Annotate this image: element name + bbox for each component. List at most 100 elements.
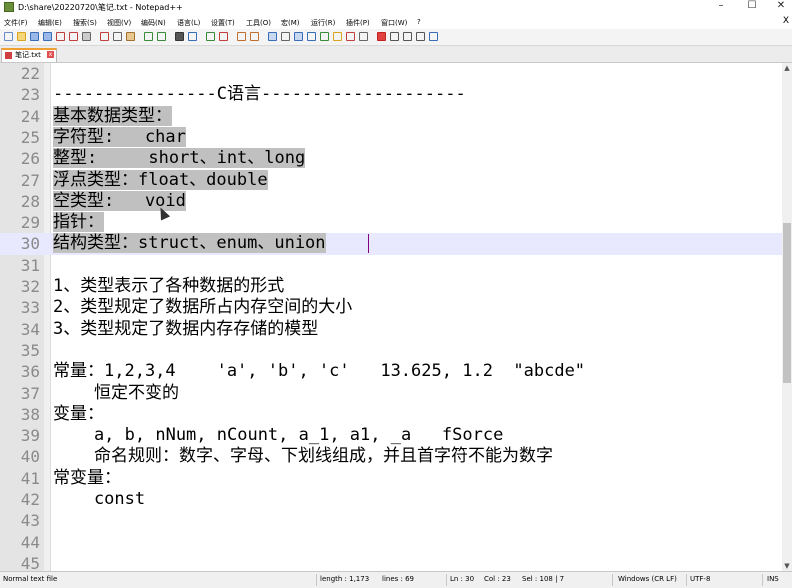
line-text: 常量：1,2,3,4 'a', 'b', 'c' 13.625, 1.2 "ab… <box>53 361 586 382</box>
status-eol[interactable]: Windows (CR LF) <box>618 575 677 583</box>
menu-search[interactable]: 搜索(S) <box>73 18 97 28</box>
status-encoding[interactable]: UTF-8 <box>690 575 710 583</box>
maximize-icon[interactable]: ☐ <box>741 0 763 14</box>
folder-workspace-icon[interactable] <box>333 32 342 41</box>
menu-view[interactable]: 视图(V) <box>107 18 131 28</box>
line-number: 40 <box>20 447 40 467</box>
function-list-icon[interactable] <box>320 32 329 41</box>
zoom-in-icon[interactable] <box>206 32 215 41</box>
menu-window[interactable]: 窗口(W) <box>381 18 407 28</box>
menu-plugins[interactable]: 插件(P) <box>346 18 370 28</box>
text-caret <box>368 234 369 253</box>
status-selection: Sel : 108 | 7 <box>522 575 565 583</box>
line-number: 38 <box>20 404 40 424</box>
new-file-icon[interactable] <box>4 32 13 41</box>
menu-edit[interactable]: 编辑(E) <box>38 18 62 28</box>
save-all-icon[interactable] <box>43 32 52 41</box>
tab-close-icon[interactable]: x <box>47 51 54 58</box>
line-number: 35 <box>20 340 40 360</box>
line-text: 命名规则：数字、字母、下划线组成，并且首字符不能为数字 <box>53 446 553 467</box>
line-number: 43 <box>20 511 40 531</box>
run-macro-multiple-icon[interactable] <box>416 32 425 41</box>
editor-line: 41 常变量： <box>0 468 782 489</box>
line-text: 变量： <box>53 403 104 424</box>
line-number: 23 <box>20 85 40 105</box>
line-number: 28 <box>20 191 40 211</box>
editor-line: 34 3、类型规定了数据内存存储的模型 <box>0 319 782 340</box>
save-icon[interactable] <box>30 32 39 41</box>
line-number: 45 <box>20 553 40 571</box>
menu-language[interactable]: 语言(L) <box>177 18 200 28</box>
line-number: 27 <box>20 170 40 190</box>
selected-text: 字符型: char <box>53 126 186 147</box>
selected-text: 指针： <box>53 212 104 233</box>
replace-icon[interactable] <box>188 32 197 41</box>
editor-area[interactable]: 22 23 ----------------C语言----------------… <box>0 63 782 571</box>
line-number: 44 <box>20 532 40 552</box>
editor-line: 32 1、类型表示了各种数据的形式 <box>0 276 782 297</box>
open-file-icon[interactable] <box>17 32 26 41</box>
sync-horizontal-icon[interactable] <box>250 32 259 41</box>
selected-text: 浮点类型：float、double <box>53 169 268 190</box>
line-number: 22 <box>20 64 40 83</box>
status-length: length : 1,173 <box>320 575 370 583</box>
scroll-up-icon[interactable]: ▲ <box>782 63 792 73</box>
close-file-icon[interactable] <box>56 32 65 41</box>
line-number: 26 <box>20 149 40 169</box>
minimize-icon[interactable]: – <box>710 0 732 14</box>
close-all-icon[interactable] <box>69 32 78 41</box>
line-text: const <box>53 489 146 509</box>
menu-settings[interactable]: 设置(T) <box>211 18 235 28</box>
paste-icon[interactable] <box>126 32 135 41</box>
menu-tools[interactable]: 工具(O) <box>246 18 271 28</box>
print-icon[interactable] <box>82 32 91 41</box>
document-map-icon[interactable] <box>307 32 316 41</box>
menu-encoding[interactable]: 编码(N) <box>141 18 166 28</box>
line-text: ----------------C语言-------------------- <box>53 84 466 105</box>
save-macro-icon[interactable] <box>429 32 438 41</box>
sync-vertical-icon[interactable] <box>237 32 246 41</box>
play-macro-icon[interactable] <box>403 32 412 41</box>
zoom-out-icon[interactable] <box>219 32 228 41</box>
close-icon[interactable]: ✕ <box>770 0 792 14</box>
editor-line: 40 命名规则：数字、字母、下划线组成，并且首字符不能为数字 <box>0 446 782 467</box>
toolbar <box>0 29 792 46</box>
status-lines: lines : 69 <box>382 575 414 583</box>
menu-macro[interactable]: 宏(M) <box>281 18 300 28</box>
menu-bar: 文件(F) 编辑(E) 搜索(S) 视图(V) 编码(N) 语言(L) 设置(T… <box>0 15 792 29</box>
line-number: 37 <box>20 383 40 403</box>
editor-line: 43 <box>0 510 782 531</box>
stop-macro-icon[interactable] <box>390 32 399 41</box>
editor-line: 37 恒定不变的 <box>0 383 782 404</box>
scrollbar-thumb[interactable] <box>783 223 791 383</box>
find-icon[interactable] <box>175 32 184 41</box>
menu-run[interactable]: 运行(R) <box>311 18 335 28</box>
monitoring-icon[interactable] <box>346 32 355 41</box>
indent-guide-icon[interactable] <box>294 32 303 41</box>
redo-icon[interactable] <box>157 32 166 41</box>
line-number: 34 <box>20 319 40 339</box>
status-insert-mode[interactable]: INS <box>767 575 779 583</box>
close-document-icon[interactable]: X <box>783 16 789 26</box>
scroll-down-icon[interactable]: ▼ <box>782 561 792 571</box>
show-all-chars-icon[interactable] <box>281 32 290 41</box>
line-text: 恒定不变的 <box>53 382 179 403</box>
cut-icon[interactable] <box>100 32 109 41</box>
undo-icon[interactable] <box>144 32 153 41</box>
vertical-scrollbar[interactable]: ▲ ▼ <box>782 63 792 571</box>
line-text: 常变量： <box>53 467 121 488</box>
status-file-type: Normal text file <box>3 575 58 583</box>
tab-notes-txt[interactable]: 笔记.txt x <box>1 48 57 62</box>
word-wrap-icon[interactable] <box>268 32 277 41</box>
eye-icon[interactable] <box>359 32 368 41</box>
copy-icon[interactable] <box>113 32 122 41</box>
menu-file[interactable]: 文件(F) <box>4 18 28 28</box>
menu-help[interactable]: ? <box>417 18 421 26</box>
file-modified-icon <box>5 52 12 59</box>
editor-line-current: 30 结构类型：struct、enum、union <box>0 233 782 255</box>
selected-text: 结构类型：struct、enum、union <box>53 233 326 254</box>
editor-line: 44 <box>0 532 782 553</box>
line-number: 29 <box>20 213 40 233</box>
editor-line: 33 2、类型规定了数据所占内存空间的大小 <box>0 297 782 318</box>
record-macro-icon[interactable] <box>377 32 386 41</box>
